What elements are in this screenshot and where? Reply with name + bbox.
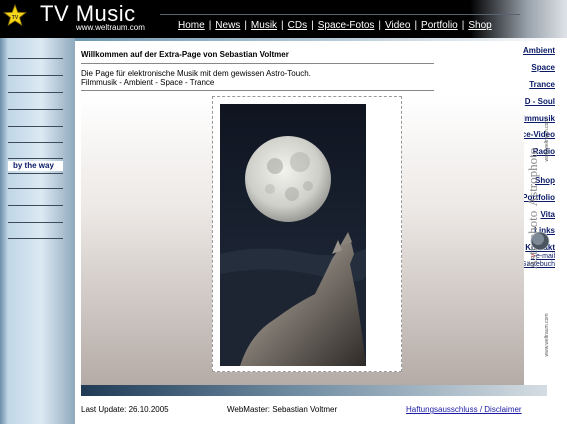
nav-separator: |: [208, 20, 212, 31]
top-navigation: Home | News | Musik | CDs | Space-Fotos | Video | Po…: [178, 20, 492, 32]
nav-shop[interactable]: Shop: [468, 20, 491, 31]
sidebar-divider: [8, 92, 63, 93]
nav-portfolio[interactable]: Portfolio: [421, 20, 458, 31]
nav-separator: |: [461, 20, 465, 31]
sidebar-divider: [8, 205, 63, 206]
sidebar: [0, 38, 75, 424]
sidebar-divider: [8, 75, 63, 76]
sidebar-item-by-the-way[interactable]: by the way: [13, 161, 54, 171]
moon-wolf-photo: [220, 104, 366, 366]
sidebar-divider: [8, 142, 63, 143]
sidebar-divider: [8, 222, 63, 223]
svg-text:TV: TV: [12, 15, 19, 21]
nav-musik[interactable]: Musik: [251, 20, 277, 31]
sidebar-divider: [8, 188, 63, 189]
sidebar-item-ambient[interactable]: Ambient: [523, 46, 555, 56]
nav-space-fotos[interactable]: Space-Fotos: [318, 20, 375, 31]
intro-genres: Filmmusik - Ambient - Space - Trance: [81, 78, 215, 87]
content-bottom-bar: [81, 385, 547, 396]
sidebar-item-space[interactable]: Space: [531, 63, 555, 73]
sidebar-divider: [8, 126, 63, 127]
logo-url-bottom: www.weltraum.com: [544, 313, 550, 356]
nav-video[interactable]: Video: [385, 20, 410, 31]
astrophoto-side-logo: Astrophoto Astrophoto www.weltraum.com w…: [526, 118, 550, 356]
site-title: TV Music: [40, 1, 136, 26]
sidebar-divider: [8, 58, 63, 59]
nav-separator: |: [244, 20, 247, 31]
nav-news[interactable]: News: [215, 20, 240, 31]
header-fade: [470, 0, 567, 38]
sidebar-divider: [8, 173, 63, 174]
nav-cds[interactable]: CDs: [288, 20, 307, 31]
sidebar-divider: [8, 109, 63, 110]
nav-separator: |: [281, 20, 284, 31]
page-title: Willkommen auf der Extra-Page von Sebast…: [81, 50, 289, 59]
nav-separator: |: [414, 20, 418, 31]
disclaimer-link[interactable]: Haftungsausschluss / Disclaimer: [406, 405, 522, 415]
sidebar-item-trance[interactable]: Trance: [529, 80, 555, 90]
nav-home[interactable]: Home: [178, 20, 205, 31]
site-url: www.weltraum.com: [76, 23, 145, 32]
header-underline: [0, 38, 567, 41]
sidebar-shadow: [0, 38, 8, 424]
last-update: Last Update: 26.10.2005: [81, 405, 169, 414]
header-divider: [160, 14, 520, 15]
sidebar-divider: [8, 238, 63, 239]
intro-divider: [81, 90, 434, 91]
nav-separator: |: [378, 20, 382, 31]
logo-url-top: www.weltraum.com: [544, 118, 550, 161]
nav-separator: |: [311, 20, 314, 31]
title-divider: [81, 63, 434, 64]
sidebar-divider: [8, 158, 63, 159]
webmaster: WebMaster: Sebastian Voltmer: [227, 405, 338, 414]
logo-text-inner: Astrophoto: [526, 148, 540, 207]
site-header: TV TV Music www.weltraum.com Home | News | M…: [0, 0, 567, 38]
star-logo-icon[interactable]: TV: [3, 4, 27, 28]
